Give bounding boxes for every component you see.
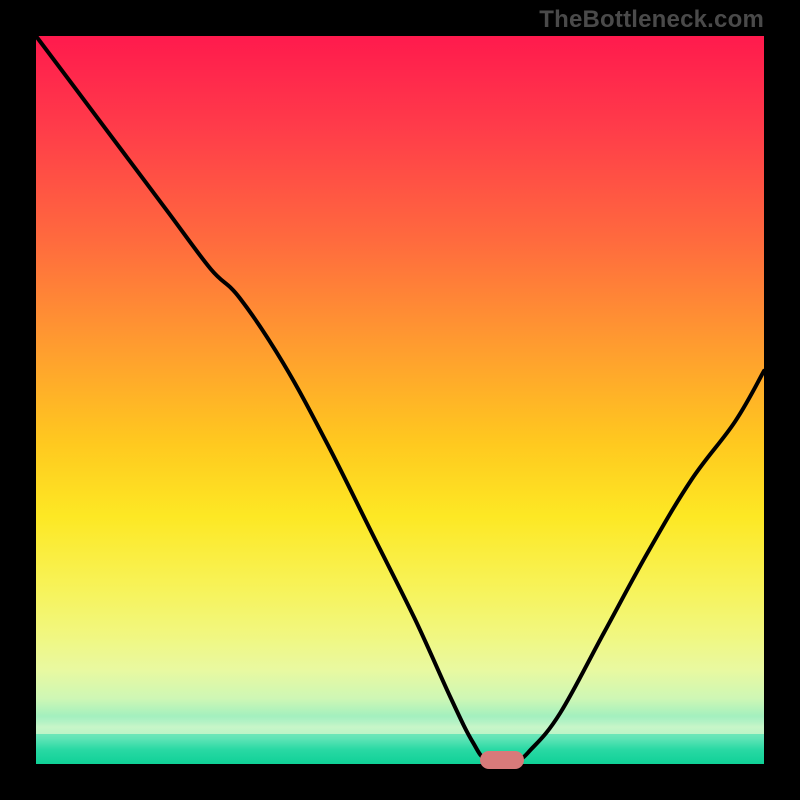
plot-area <box>36 36 764 764</box>
curve-svg <box>36 36 764 764</box>
optimum-marker <box>480 751 524 769</box>
chart-frame: TheBottleneck.com <box>0 0 800 800</box>
watermark-text: TheBottleneck.com <box>539 6 764 34</box>
bottleneck-curve <box>36 36 764 762</box>
